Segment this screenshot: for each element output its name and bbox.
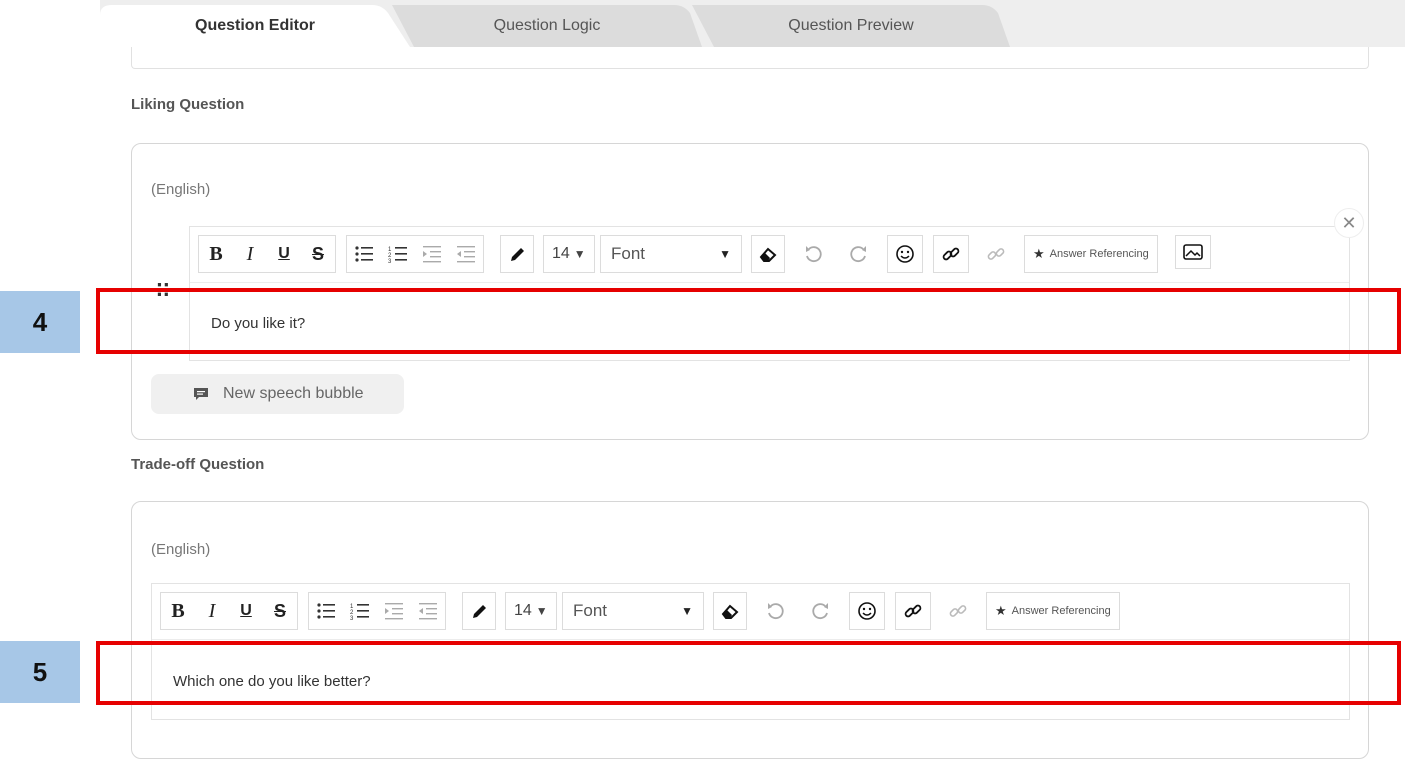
italic-button[interactable]: I — [233, 236, 267, 272]
font-size-value: 14 — [552, 245, 570, 262]
language-label: (English) — [151, 541, 211, 558]
answer-referencing-button[interactable]: ★ Answer Referencing — [986, 592, 1120, 630]
step-badge-5: 5 — [0, 641, 80, 703]
tab-bar: Question Editor Question Logic Question … — [100, 0, 1405, 47]
font-family-select[interactable]: Font ▼ — [600, 235, 742, 273]
link-icon — [942, 247, 960, 261]
pen-icon — [473, 605, 486, 618]
strikethrough-button[interactable]: S — [263, 593, 297, 629]
tab-label: Question Preview — [788, 17, 914, 34]
clear-format-button[interactable] — [751, 235, 785, 273]
highlight-box-step-4 — [96, 288, 1401, 354]
unlink-icon[interactable] — [941, 593, 975, 629]
svg-text:3: 3 — [350, 616, 354, 620]
outdent-icon[interactable] — [449, 236, 483, 272]
step-badge-4: 4 — [0, 291, 80, 353]
star-icon: ★ — [1033, 246, 1045, 261]
svg-text:3: 3 — [388, 259, 392, 263]
section-title-tradeoff: Trade-off Question — [131, 456, 265, 473]
outdent-icon[interactable] — [411, 593, 445, 629]
editor-toolbar: B I U S 123 14 ▼ Font ▼ ★ Answer Referen… — [190, 227, 1349, 283]
tab-question-preview[interactable]: Question Preview — [692, 5, 1010, 47]
caret-down-icon: ▼ — [573, 247, 586, 261]
tab-question-logic[interactable]: Question Logic — [392, 5, 702, 47]
emoji-icon — [896, 245, 914, 263]
tab-label: Question Editor — [195, 17, 315, 34]
emoji-button[interactable] — [887, 235, 923, 273]
unlink-icon[interactable] — [979, 236, 1013, 272]
new-speech-bubble-label: New speech bubble — [223, 385, 364, 402]
section-title-liking: Liking Question — [131, 96, 245, 113]
link-icon — [904, 604, 922, 618]
tab-question-editor[interactable]: Question Editor — [100, 5, 410, 47]
star-icon: ★ — [995, 603, 1007, 618]
bullet-list-icon[interactable] — [309, 593, 343, 629]
underline-button[interactable]: U — [267, 236, 301, 272]
list-group: 123 — [346, 235, 484, 273]
clear-format-button[interactable] — [713, 592, 747, 630]
numbered-list-icon[interactable]: 123 — [343, 593, 377, 629]
font-family-select[interactable]: Font ▼ — [562, 592, 704, 630]
font-family-value: Font — [611, 244, 646, 263]
caret-down-icon: ▼ — [719, 247, 731, 261]
indent-icon[interactable] — [377, 593, 411, 629]
speech-bubble-icon — [194, 388, 208, 400]
bold-button[interactable]: B — [161, 593, 195, 629]
font-family-value: Font — [573, 601, 608, 620]
tab-label: Question Logic — [493, 17, 601, 34]
caret-down-icon: ▼ — [681, 604, 693, 618]
font-size-select[interactable]: 14 ▼ — [505, 592, 557, 630]
insert-image-button[interactable] — [1175, 235, 1211, 269]
eraser-icon — [721, 604, 739, 619]
close-icon[interactable]: ✕ — [1334, 208, 1364, 238]
language-label: (English) — [151, 181, 211, 198]
bold-button[interactable]: B — [199, 236, 233, 272]
undo-icon[interactable] — [796, 236, 830, 272]
bullet-list-icon[interactable] — [347, 236, 381, 272]
link-button[interactable] — [895, 592, 931, 630]
link-button[interactable] — [933, 235, 969, 273]
redo-icon[interactable] — [842, 236, 876, 272]
highlight-box-step-5 — [96, 641, 1401, 705]
text-color-button[interactable] — [500, 235, 534, 273]
format-group: B I U S — [160, 592, 298, 630]
emoji-button[interactable] — [849, 592, 885, 630]
numbered-list-icon[interactable]: 123 — [381, 236, 415, 272]
editor-toolbar: B I U S 123 14 ▼ Font ▼ ★ Answer Referen… — [152, 584, 1349, 640]
emoji-icon — [858, 602, 876, 620]
image-icon — [1183, 244, 1203, 260]
font-size-value: 14 — [514, 602, 532, 619]
pen-icon — [511, 248, 524, 261]
redo-icon[interactable] — [804, 593, 838, 629]
text-color-button[interactable] — [462, 592, 496, 630]
answer-referencing-label: Answer Referencing — [1049, 248, 1149, 260]
list-group: 123 — [308, 592, 446, 630]
italic-button[interactable]: I — [195, 593, 229, 629]
answer-referencing-label: Answer Referencing — [1011, 605, 1111, 617]
new-speech-bubble-button[interactable]: New speech bubble — [151, 374, 404, 414]
previous-card-bottom — [131, 47, 1369, 69]
underline-button[interactable]: U — [229, 593, 263, 629]
indent-icon[interactable] — [415, 236, 449, 272]
tradeoff-question-card: (English) B I U S 123 14 ▼ Font ▼ ★ Answ… — [131, 501, 1369, 759]
font-size-select[interactable]: 14 ▼ — [543, 235, 595, 273]
caret-down-icon: ▼ — [535, 604, 548, 618]
strikethrough-button[interactable]: S — [301, 236, 335, 272]
format-group: B I U S — [198, 235, 336, 273]
answer-referencing-button[interactable]: ★ Answer Referencing — [1024, 235, 1158, 273]
undo-icon[interactable] — [758, 593, 792, 629]
eraser-icon — [759, 247, 777, 262]
